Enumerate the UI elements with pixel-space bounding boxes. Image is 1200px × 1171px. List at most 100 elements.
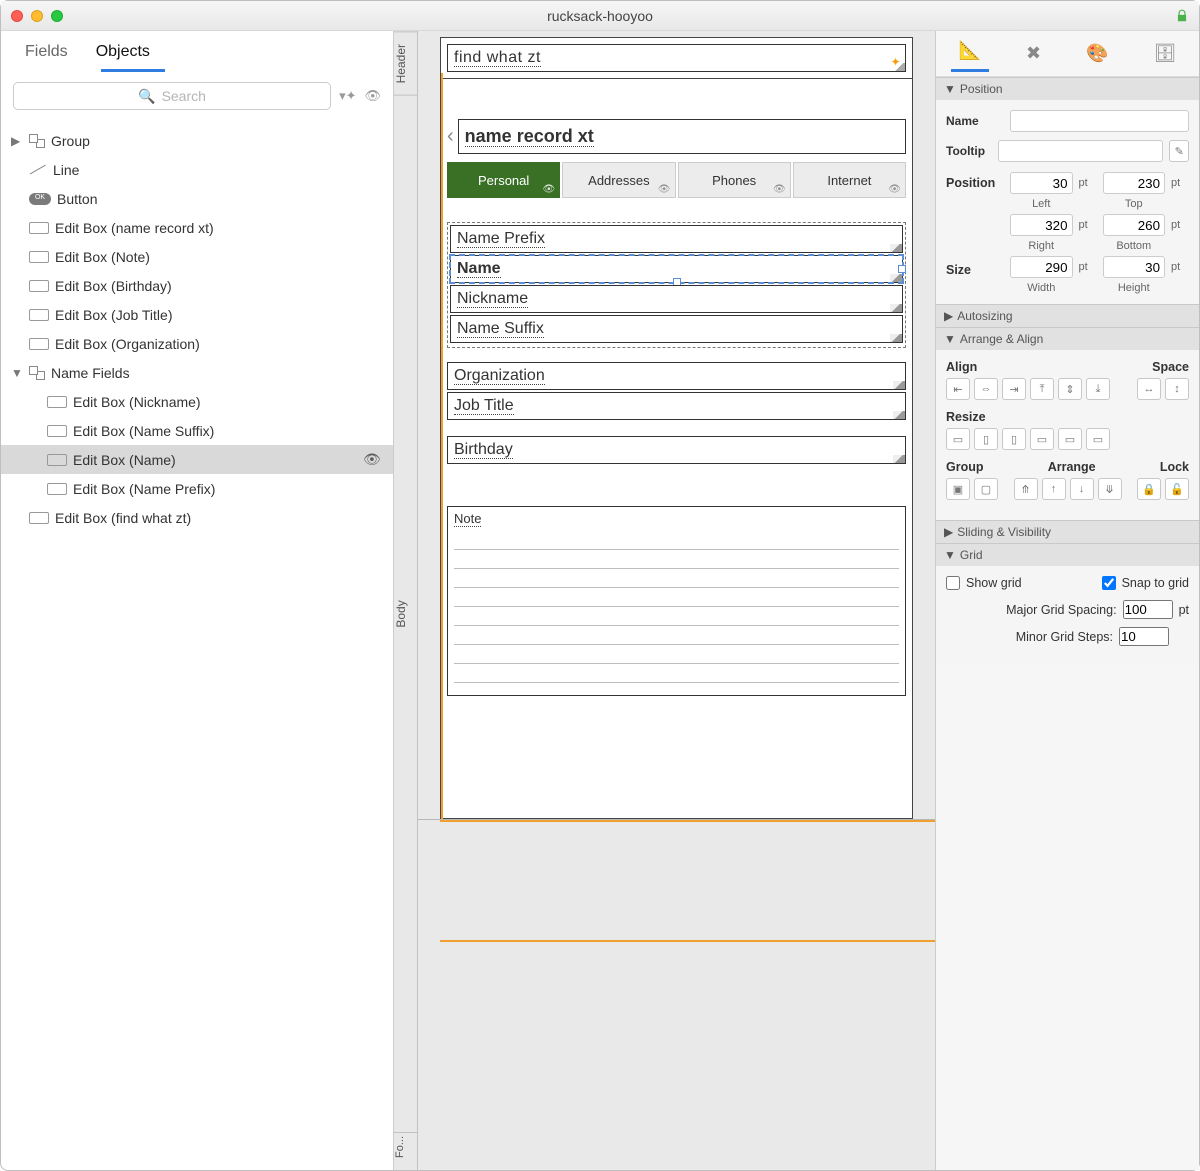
section-autosizing-header[interactable]: ▶ Autosizing: [936, 305, 1199, 327]
visibility-toggle-icon[interactable]: 👁: [364, 88, 381, 104]
group-button[interactable]: ▣: [946, 478, 970, 500]
name-field[interactable]: Nickname: [450, 285, 903, 313]
tree-item[interactable]: ▶Group: [1, 126, 393, 155]
space-h-button[interactable]: ↔: [1137, 378, 1161, 400]
size-width-input[interactable]: [1010, 256, 1073, 278]
tree-item-label: Edit Box (Name Suffix): [73, 423, 214, 439]
inspector-tab-tools[interactable]: ✖︎: [1018, 39, 1049, 68]
ungroup-button[interactable]: ▢: [974, 478, 998, 500]
record-title-field[interactable]: name record xt: [458, 119, 906, 154]
record-tab[interactable]: Phones👁: [678, 162, 791, 198]
tree-item-label: Edit Box (Organization): [55, 336, 200, 352]
inspector-tab-data[interactable]: 🗄: [1146, 39, 1185, 68]
tree-item[interactable]: Edit Box (find what zt): [1, 503, 393, 532]
rail-header[interactable]: Header: [394, 31, 417, 95]
header-part[interactable]: find what zt ✦: [440, 37, 913, 79]
align-bottom-button[interactable]: ⤓: [1086, 378, 1110, 400]
minor-grid-input[interactable]: [1119, 627, 1169, 646]
rail-body[interactable]: Body: [394, 95, 417, 1132]
sidebar-search[interactable]: 🔍Search: [13, 82, 331, 110]
resize-handle-icon[interactable]: [893, 411, 905, 419]
unlock-button[interactable]: 🔓: [1165, 478, 1189, 500]
send-backward-button[interactable]: ↓: [1070, 478, 1094, 500]
box-icon: [29, 251, 49, 263]
tree-item[interactable]: Edit Box (Name Suffix): [1, 416, 393, 445]
rail-footer[interactable]: Fo...: [394, 1132, 417, 1170]
align-center-v-button[interactable]: ⇕: [1058, 378, 1082, 400]
name-field[interactable]: Name Prefix: [450, 225, 903, 253]
name-fields-group[interactable]: Name PrefixNameNicknameName Suffix: [447, 222, 906, 348]
resize-handle-icon[interactable]: [890, 334, 902, 342]
tab-fields[interactable]: Fields: [25, 43, 68, 61]
resize-handle-icon[interactable]: [893, 455, 905, 463]
major-grid-input[interactable]: [1123, 600, 1173, 619]
bring-front-button[interactable]: ⤊: [1014, 478, 1038, 500]
section-grid-header[interactable]: ▼ Grid: [936, 544, 1199, 566]
layout-field[interactable]: Organization: [447, 362, 906, 390]
tree-item[interactable]: Edit Box (Name Prefix): [1, 474, 393, 503]
inspector-tab-appearance[interactable]: 🎨: [1078, 39, 1116, 68]
filter-icon[interactable]: ▾✦: [339, 88, 356, 104]
layout-field[interactable]: Job Title: [447, 392, 906, 420]
snap-grid-checkbox[interactable]: Snap to grid: [1102, 576, 1189, 590]
footer-part[interactable]: [418, 819, 935, 1119]
resize-handle-icon[interactable]: [893, 381, 905, 389]
selection-knob[interactable]: [898, 265, 906, 273]
name-field[interactable]: Name: [450, 255, 903, 283]
tree-item[interactable]: Edit Box (Nickname): [1, 387, 393, 416]
pos-bottom-input[interactable]: [1103, 214, 1166, 236]
space-v-button[interactable]: ↕: [1165, 378, 1189, 400]
resize-handle-icon[interactable]: [890, 244, 902, 252]
back-chevron-icon[interactable]: ‹: [447, 125, 454, 148]
tree-item-label: Edit Box (find what zt): [55, 510, 191, 526]
pos-top-input[interactable]: [1103, 172, 1166, 194]
bring-forward-button[interactable]: ↑: [1042, 478, 1066, 500]
pos-right-input[interactable]: [1010, 214, 1073, 236]
resize-handle-icon[interactable]: [890, 304, 902, 312]
record-tab[interactable]: Internet👁: [793, 162, 906, 198]
tree-item[interactable]: Edit Box (Job Title): [1, 300, 393, 329]
size-height-input[interactable]: [1103, 256, 1166, 278]
page[interactable]: find what zt ✦ ‹ name record xt Personal…: [418, 31, 935, 1170]
field-note[interactable]: Note: [447, 506, 906, 696]
tree-item[interactable]: Edit Box (name record xt): [1, 213, 393, 242]
send-back-button[interactable]: ⤋: [1098, 478, 1122, 500]
line-icon: [30, 164, 47, 175]
resize-handle-icon[interactable]: [890, 274, 902, 282]
show-grid-checkbox[interactable]: Show grid: [946, 576, 1022, 590]
tree-item[interactable]: Edit Box (Name)👁: [1, 445, 393, 474]
section-sliding-header[interactable]: ▶ Sliding & Visibility: [936, 521, 1199, 543]
edit-tooltip-button[interactable]: ✎: [1169, 140, 1189, 162]
box-icon: [29, 512, 49, 524]
tree-item[interactable]: Edit Box (Organization): [1, 329, 393, 358]
header-search-field[interactable]: find what zt ✦: [447, 44, 906, 72]
body-part[interactable]: ‹ name record xt Personal👁Addresses👁Phon…: [440, 79, 913, 819]
name-field[interactable]: Name Suffix: [450, 315, 903, 343]
tab-objects[interactable]: Objects: [96, 43, 150, 61]
section-arrange-header[interactable]: ▼ Arrange & Align: [936, 328, 1199, 350]
record-tab[interactable]: Personal👁: [447, 162, 560, 198]
tree-item[interactable]: Button: [1, 184, 393, 213]
visibility-icon[interactable]: 👁: [363, 451, 381, 468]
align-left-button[interactable]: ⇤: [946, 378, 970, 400]
disclosure-icon[interactable]: ▼: [11, 366, 23, 380]
section-position-header[interactable]: ▼ Position: [936, 78, 1199, 100]
search-input[interactable]: [13, 82, 331, 110]
disclosure-icon[interactable]: ▶: [11, 134, 23, 148]
tree-item[interactable]: Line: [1, 155, 393, 184]
box-icon: [47, 425, 67, 437]
pos-left-input[interactable]: [1010, 172, 1073, 194]
tree-item[interactable]: ▼Name Fields: [1, 358, 393, 387]
tree-item[interactable]: Edit Box (Note): [1, 242, 393, 271]
tooltip-input[interactable]: [998, 140, 1163, 162]
align-center-h-button[interactable]: ⇔: [974, 378, 998, 400]
name-input[interactable]: [1010, 110, 1189, 132]
lock-button[interactable]: 🔒: [1137, 478, 1161, 500]
align-top-button[interactable]: ⤒: [1030, 378, 1054, 400]
eye-icon: 👁: [543, 184, 556, 195]
align-right-button[interactable]: ⇥: [1002, 378, 1026, 400]
inspector-tab-position[interactable]: 📐: [951, 36, 989, 72]
tree-item[interactable]: Edit Box (Birthday): [1, 271, 393, 300]
field-birthday[interactable]: Birthday: [447, 436, 906, 464]
record-tab[interactable]: Addresses👁: [562, 162, 675, 198]
